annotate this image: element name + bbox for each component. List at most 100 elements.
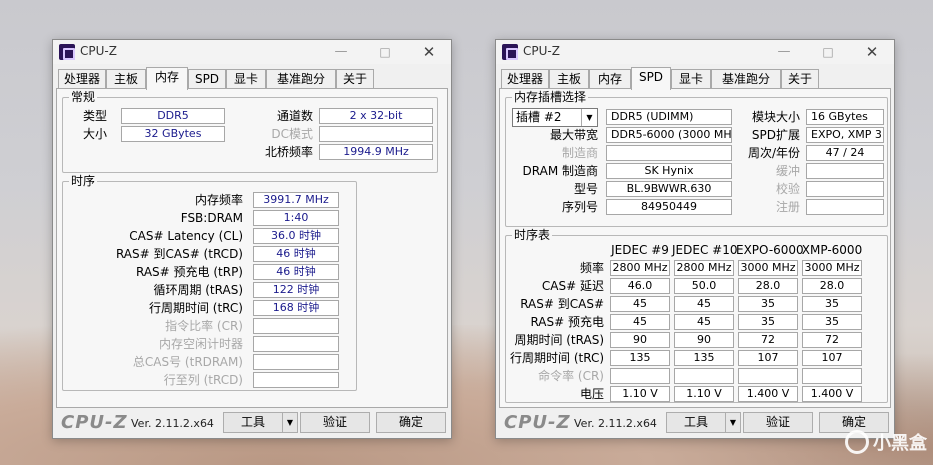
column-header-jedec9: JEDEC #9 [611, 243, 669, 257]
tab-bench[interactable]: 基准跑分 [266, 69, 336, 89]
version-label: Ver. 2.11.2.x64 [131, 417, 214, 430]
timing-label-7: 指令比率 (CR) [165, 319, 243, 333]
tools-button[interactable]: 工具 [666, 412, 726, 433]
timing-value-5: 122 时钟 [253, 282, 339, 298]
minimize-icon[interactable]: — [770, 42, 798, 62]
table-cell: 135 [610, 350, 670, 366]
dram-mfr-value: SK Hynix [606, 163, 732, 179]
tab-about[interactable]: 关于 [336, 69, 374, 89]
tab-cpu[interactable]: 处理器 [58, 69, 106, 89]
slot-select[interactable]: 插槽 #2 ▼ [512, 108, 598, 127]
timing-value-3: 46 时钟 [253, 246, 339, 262]
tab-graphics[interactable]: 显卡 [226, 69, 266, 89]
channels-label: 通道数 [276, 109, 313, 123]
correction-label: 校验 [775, 182, 800, 196]
tab-memory[interactable]: 内存 [146, 67, 188, 90]
table-cell: 45 [610, 296, 670, 312]
row-label-trp: RAS# 预充电 [530, 315, 604, 329]
ok-button[interactable]: 确定 [376, 412, 446, 433]
buffered-value [806, 163, 884, 179]
validate-button[interactable]: 验证 [300, 412, 370, 433]
tab-spd[interactable]: SPD [631, 67, 671, 90]
maximize-icon[interactable]: □ [371, 42, 399, 62]
dram-mfr-label: DRAM 制造商 [522, 164, 598, 178]
table-cell: 1.10 V [674, 386, 734, 402]
table-cell: 72 [738, 332, 798, 348]
row-label-trcd: RAS# 到CAS# [520, 297, 604, 311]
timings-group: 时序 内存频率 3991.7 MHz FSB:DRAM 1:40 CAS# La… [62, 174, 357, 391]
spd-panel: 内存插槽选择 插槽 #2 ▼ DDR5 (UDIMM) 模块大小 16 GByt… [499, 88, 891, 408]
tab-about[interactable]: 关于 [781, 69, 819, 89]
size-value: 32 GBytes [121, 126, 225, 142]
slot-select-value: 插槽 #2 [516, 110, 562, 124]
close-icon[interactable]: ✕ [415, 42, 443, 62]
table-cell [674, 368, 734, 384]
timing-value-4: 46 时钟 [253, 264, 339, 280]
type-value: DDR5 [121, 108, 225, 124]
tools-button[interactable]: 工具 [223, 412, 283, 433]
cpuz-app-icon [59, 44, 75, 60]
table-cell: 46.0 [610, 278, 670, 294]
timing-label-8: 内存空闲计时器 [158, 337, 243, 351]
validate-button[interactable]: 验证 [743, 412, 813, 433]
version-label: Ver. 2.11.2.x64 [574, 417, 657, 430]
timing-value-10 [253, 372, 339, 388]
registered-value [806, 199, 884, 215]
tools-dropdown-arrow-icon[interactable]: ▼ [725, 412, 741, 433]
module-size-label: 模块大小 [751, 110, 800, 124]
cpuz-window-memory: CPU-Z — □ ✕ 处理器 主板 内存 SPD 显卡 基准跑分 关于 常规 … [52, 39, 452, 439]
timings-legend: 时序 [69, 174, 98, 188]
type-label: 类型 [83, 109, 108, 123]
spd-ext-label: SPD扩展 [751, 128, 800, 142]
minimize-icon[interactable]: — [327, 42, 355, 62]
table-cell: 107 [738, 350, 798, 366]
timing-label-10: 行至列 (tRCD) [163, 373, 243, 387]
timing-value-0: 3991.7 MHz [253, 192, 339, 208]
timing-label-0: 内存频率 [194, 193, 243, 207]
tab-spd[interactable]: SPD [188, 69, 226, 89]
table-cell [802, 368, 862, 384]
title-bar[interactable]: CPU-Z — □ ✕ [496, 40, 894, 64]
part-number-value: BL.9BWWR.630 [606, 181, 732, 197]
window-title: CPU-Z [80, 44, 117, 58]
footer-bar: CPU-Z Ver. 2.11.2.x64 工具 ▼ 验证 确定 [53, 408, 451, 438]
column-header-xmp: XMP-6000 [801, 243, 863, 257]
table-cell: 35 [802, 314, 862, 330]
manufacturer-value [606, 145, 732, 161]
week-year-label: 周次/年份 [747, 146, 800, 160]
cpuz-app-icon [502, 44, 518, 60]
channels-value: 2 x 32-bit [319, 108, 433, 124]
timing-label-1: FSB:DRAM [180, 211, 243, 225]
maximize-icon[interactable]: □ [814, 42, 842, 62]
tab-bench[interactable]: 基准跑分 [711, 69, 781, 89]
chevron-down-icon[interactable]: ▼ [581, 109, 597, 126]
table-cell: 28.0 [738, 278, 798, 294]
timing-value-9 [253, 354, 339, 370]
timing-label-9: 总CAS号 (tRDRAM) [132, 355, 243, 369]
heybox-logo-icon [845, 430, 869, 454]
table-cell: 1.400 V [738, 386, 798, 402]
buffered-label: 缓冲 [775, 164, 800, 178]
column-header-jedec10: JEDEC #10 [672, 243, 738, 257]
nb-freq-value: 1994.9 MHz [319, 144, 433, 160]
table-cell: 35 [738, 314, 798, 330]
timing-table-group: 时序表 JEDEC #9 JEDEC #10 EXPO-6000 XMP-600… [505, 228, 888, 403]
max-bandwidth-value: DDR5-6000 (3000 MHz) [606, 127, 732, 143]
tab-cpu[interactable]: 处理器 [501, 69, 549, 89]
cpuz-brand-logo: CPU-Z [504, 412, 571, 433]
week-year-value: 47 / 24 [806, 145, 884, 161]
close-icon[interactable]: ✕ [858, 42, 886, 62]
serial-number-label: 序列号 [561, 200, 598, 214]
table-cell: 135 [674, 350, 734, 366]
tab-mainboard[interactable]: 主板 [106, 69, 146, 89]
tools-dropdown-arrow-icon[interactable]: ▼ [282, 412, 298, 433]
tab-mainboard[interactable]: 主板 [549, 69, 589, 89]
tab-memory[interactable]: 内存 [589, 69, 631, 89]
table-cell: 107 [802, 350, 862, 366]
table-cell: 90 [674, 332, 734, 348]
tab-graphics[interactable]: 显卡 [671, 69, 711, 89]
timing-label-5: 循环周期 (tRAS) [153, 283, 243, 297]
table-cell: 90 [610, 332, 670, 348]
title-bar[interactable]: CPU-Z — □ ✕ [53, 40, 451, 64]
row-label-frequency: 频率 [579, 261, 604, 275]
